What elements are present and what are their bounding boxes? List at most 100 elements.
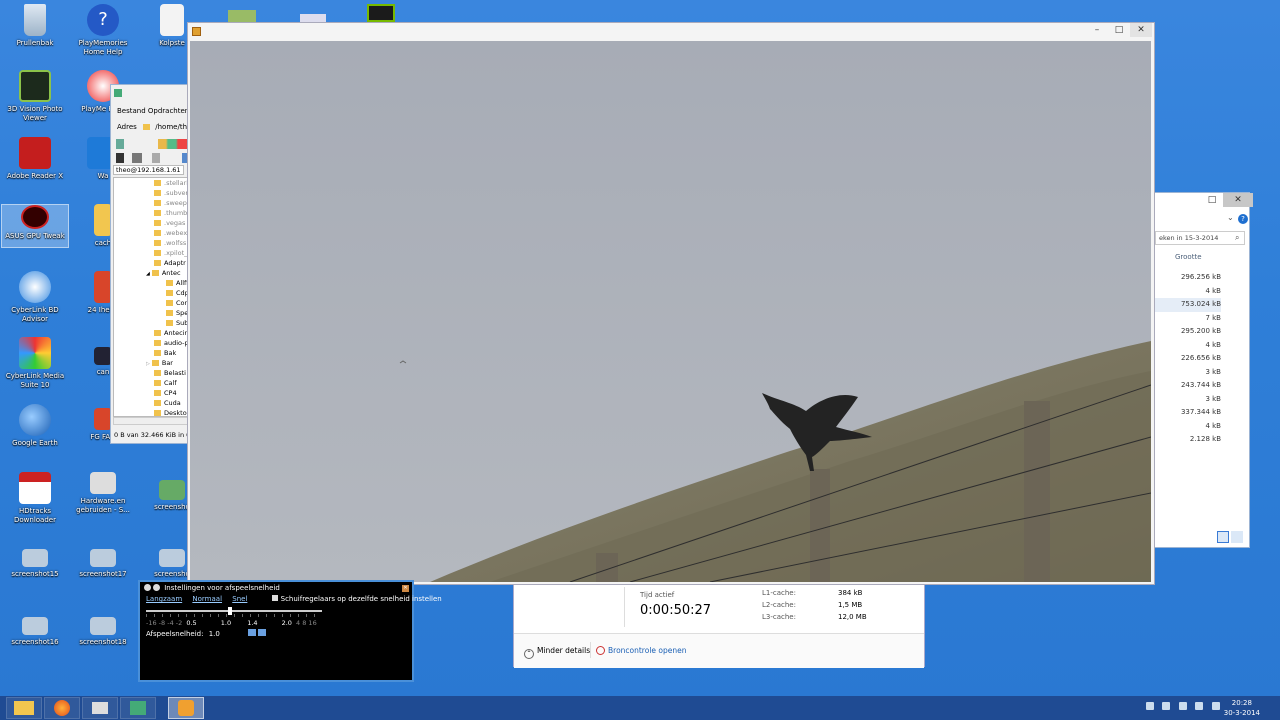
close-icon[interactable]: ✕	[1130, 23, 1152, 37]
size-cell[interactable]: 296.256 kB	[1151, 271, 1221, 285]
forward-icon[interactable]	[153, 584, 160, 591]
size-cell[interactable]: 753.024 kB	[1151, 298, 1221, 312]
search-input[interactable]: eken in 15-3-2014	[1155, 231, 1245, 245]
increase-speed-icon[interactable]	[258, 629, 266, 636]
system-tray[interactable]	[1140, 702, 1220, 712]
desktop-icon-cyberlink-media[interactable]: CyberLink Media Suite 10	[3, 337, 67, 390]
tree-item[interactable]: .sweep	[114, 198, 188, 208]
tree-item[interactable]: Sub	[114, 318, 188, 328]
desktop-thumbnail[interactable]	[228, 10, 256, 22]
desktop-icon-adobe-reader[interactable]: Adobe Reader X	[3, 137, 67, 181]
column-header-size[interactable]: Grootte	[1175, 253, 1202, 261]
tree-item[interactable]: .webex	[114, 228, 188, 238]
tree-item[interactable]: audio-p	[114, 338, 188, 348]
size-cell[interactable]: 226.656 kB	[1151, 352, 1221, 366]
size-cell[interactable]: 3 kB	[1151, 393, 1221, 407]
size-cell[interactable]: 4 kB	[1151, 339, 1221, 353]
tree-item[interactable]: .wolfss	[114, 238, 188, 248]
sync-sliders-checkbox[interactable]	[271, 595, 278, 601]
tray-icon[interactable]	[1178, 702, 1187, 710]
desktop-icon-hardware-info[interactable]: Hardware.en gebruiden - S...	[71, 472, 135, 515]
clock[interactable]: 20:28 30-3-2014	[1224, 698, 1260, 718]
search-icon[interactable]: ⌕	[1235, 233, 1239, 243]
nvidia-icon[interactable]	[367, 4, 395, 22]
fewer-details-button[interactable]: ⌃ Minder details	[524, 646, 590, 659]
tree-item[interactable]: .stellari	[114, 178, 188, 188]
tiles-view-icon[interactable]	[1231, 531, 1243, 543]
desktop-icon-screenshot18[interactable]: screenshot18	[71, 617, 135, 647]
chevron-down-icon[interactable]: ⌄	[1227, 213, 1234, 222]
size-cell[interactable]: 243.744 kB	[1151, 379, 1221, 393]
tree-item[interactable]: .xpilot_	[114, 248, 188, 258]
maximize-icon[interactable]: □	[1108, 23, 1130, 37]
horizontal-scrollbar[interactable]	[113, 417, 189, 425]
tree-item[interactable]: Cuda	[114, 398, 188, 408]
volume-icon[interactable]	[1212, 702, 1220, 710]
tree-item[interactable]: Spe	[114, 308, 188, 318]
desktop-icon-cyberlink-bd[interactable]: CyberLink BD Advisor	[3, 271, 67, 324]
size-cell[interactable]: 4 kB	[1151, 420, 1221, 434]
open-resource-monitor-link[interactable]: Broncontrole openen	[596, 646, 687, 655]
toolbar[interactable]	[116, 139, 188, 149]
photo-canvas[interactable]	[190, 41, 1151, 582]
tree-item[interactable]: CP4	[114, 388, 188, 398]
close-icon[interactable]: ✕	[1223, 193, 1253, 207]
menu-bar[interactable]: Bestand Opdrachten	[117, 107, 189, 115]
expand-icon[interactable]: ◢	[146, 271, 150, 277]
desktop-icon-screenshot16[interactable]: screenshot16	[3, 617, 67, 647]
taskbar-photo-viewer[interactable]	[168, 697, 204, 719]
taskbar-network-app[interactable]	[120, 697, 156, 719]
desktop-icon-3d-vision[interactable]: 3D Vision Photo Viewer	[3, 70, 67, 123]
tree-item[interactable]: ▷ Bar	[114, 358, 188, 368]
taskbar-firefox[interactable]	[44, 697, 80, 719]
taskbar-file-explorer[interactable]	[6, 697, 42, 719]
tree-item[interactable]: Antecin	[114, 328, 188, 338]
close-icon[interactable]: ✕	[402, 585, 409, 592]
desktop-icon-hdtracks[interactable]: HDtracks Downloader	[3, 472, 67, 525]
session-tab[interactable]: theo@192.168.1.61	[113, 165, 184, 175]
tree-item[interactable]: Allfi	[114, 278, 188, 288]
normal-link[interactable]: Normaal	[192, 595, 222, 603]
tree-item[interactable]: .subversi	[114, 188, 188, 198]
desktop-thumbnail[interactable]	[300, 14, 326, 22]
size-cell[interactable]: 337.344 kB	[1151, 406, 1221, 420]
desktop-icon-recycle-bin[interactable]: Prullenbak	[3, 4, 67, 48]
fast-link[interactable]: Snel	[232, 595, 247, 603]
desktop-icon-google-earth[interactable]: Google Earth	[3, 404, 67, 448]
address-bar[interactable]: Adres /home/the	[117, 123, 191, 131]
speed-slider[interactable]	[146, 607, 322, 615]
tree-item[interactable]: Bak	[114, 348, 188, 358]
desktop-icon-screenshot15[interactable]: screenshot15	[3, 549, 67, 579]
size-cell[interactable]: 2.128 kB	[1151, 433, 1221, 447]
decrease-speed-icon[interactable]	[248, 629, 256, 636]
tree-item[interactable]: Belasti	[114, 368, 188, 378]
tray-icon[interactable]	[1145, 702, 1154, 710]
size-cell[interactable]: 4 kB	[1151, 285, 1221, 299]
photo-viewer-app-icon[interactable]	[192, 27, 201, 36]
expand-icon[interactable]: ▷	[146, 361, 150, 367]
tree-item[interactable]: Calf	[114, 378, 188, 388]
size-cell[interactable]: 295.200 kB	[1151, 325, 1221, 339]
tray-icon[interactable]	[1162, 702, 1171, 710]
folder-tree[interactable]: .stellari .subversi .sweep .thumbn .vega…	[113, 177, 189, 417]
tree-item[interactable]: .thumbn	[114, 208, 188, 218]
taskbar-hardware-info[interactable]	[82, 697, 118, 719]
tree-item[interactable]: Con	[114, 298, 188, 308]
maximize-icon[interactable]: □	[1201, 193, 1223, 207]
tree-item[interactable]: Cdp	[114, 288, 188, 298]
toolbar[interactable]	[116, 153, 188, 163]
minimize-icon[interactable]: –	[1086, 23, 1108, 37]
size-cell[interactable]: 3 kB	[1151, 366, 1221, 380]
help-icon[interactable]: ?	[1238, 214, 1248, 224]
details-view-icon[interactable]	[1217, 531, 1229, 543]
tree-item[interactable]: Deskto	[114, 408, 188, 416]
tree-item[interactable]: .vegas	[114, 218, 188, 228]
slow-link[interactable]: Langzaam	[146, 595, 182, 603]
network-icon[interactable]	[1195, 702, 1204, 710]
desktop-icon-asus-gpu-tweak[interactable]: ASUS GPU Tweak	[1, 204, 69, 248]
tree-item[interactable]: Adaptr	[114, 258, 188, 268]
desktop-icon-screenshot17[interactable]: screenshot17	[71, 549, 135, 579]
tree-item[interactable]: ◢ Antec	[114, 268, 188, 278]
desktop-icon-playmemories-help[interactable]: ? PlayMemories Home Help	[71, 4, 135, 57]
size-cell[interactable]: 7 kB	[1151, 312, 1221, 326]
